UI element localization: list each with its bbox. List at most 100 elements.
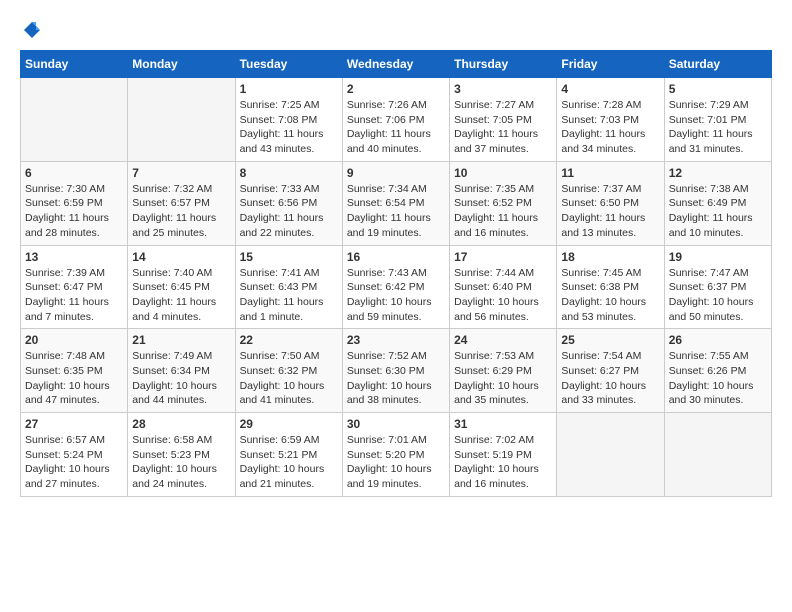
calendar-week-4: 20 Sunrise: 7:48 AM Sunset: 6:35 PM Dayli… bbox=[21, 329, 772, 413]
day-info: Sunrise: 7:26 AM Sunset: 7:06 PM Dayligh… bbox=[347, 98, 445, 157]
calendar-cell: 11 Sunrise: 7:37 AM Sunset: 6:50 PM Dayli… bbox=[557, 161, 664, 245]
day-info: Sunrise: 6:58 AM Sunset: 5:23 PM Dayligh… bbox=[132, 433, 230, 492]
header-thursday: Thursday bbox=[450, 51, 557, 78]
calendar-cell bbox=[664, 413, 771, 497]
day-number: 19 bbox=[669, 250, 767, 264]
day-number: 13 bbox=[25, 250, 123, 264]
day-number: 25 bbox=[561, 333, 659, 347]
day-info: Sunrise: 7:39 AM Sunset: 6:47 PM Dayligh… bbox=[25, 266, 123, 325]
day-info: Sunrise: 7:48 AM Sunset: 6:35 PM Dayligh… bbox=[25, 349, 123, 408]
calendar-cell: 12 Sunrise: 7:38 AM Sunset: 6:49 PM Dayli… bbox=[664, 161, 771, 245]
calendar-week-5: 27 Sunrise: 6:57 AM Sunset: 5:24 PM Dayli… bbox=[21, 413, 772, 497]
calendar-cell bbox=[128, 78, 235, 162]
calendar-header-row: SundayMondayTuesdayWednesdayThursdayFrid… bbox=[21, 51, 772, 78]
page-header bbox=[20, 20, 772, 40]
day-number: 2 bbox=[347, 82, 445, 96]
day-number: 28 bbox=[132, 417, 230, 431]
day-number: 17 bbox=[454, 250, 552, 264]
calendar-cell: 19 Sunrise: 7:47 AM Sunset: 6:37 PM Dayli… bbox=[664, 245, 771, 329]
day-info: Sunrise: 7:49 AM Sunset: 6:34 PM Dayligh… bbox=[132, 349, 230, 408]
day-info: Sunrise: 7:32 AM Sunset: 6:57 PM Dayligh… bbox=[132, 182, 230, 241]
day-number: 24 bbox=[454, 333, 552, 347]
day-number: 11 bbox=[561, 166, 659, 180]
logo-icon bbox=[22, 20, 42, 40]
day-number: 23 bbox=[347, 333, 445, 347]
calendar-cell: 20 Sunrise: 7:48 AM Sunset: 6:35 PM Dayli… bbox=[21, 329, 128, 413]
calendar: SundayMondayTuesdayWednesdayThursdayFrid… bbox=[20, 50, 772, 497]
header-wednesday: Wednesday bbox=[342, 51, 449, 78]
calendar-cell: 13 Sunrise: 7:39 AM Sunset: 6:47 PM Dayli… bbox=[21, 245, 128, 329]
day-info: Sunrise: 7:41 AM Sunset: 6:43 PM Dayligh… bbox=[240, 266, 338, 325]
day-number: 20 bbox=[25, 333, 123, 347]
day-number: 31 bbox=[454, 417, 552, 431]
day-info: Sunrise: 7:02 AM Sunset: 5:19 PM Dayligh… bbox=[454, 433, 552, 492]
header-sunday: Sunday bbox=[21, 51, 128, 78]
calendar-cell: 23 Sunrise: 7:52 AM Sunset: 6:30 PM Dayli… bbox=[342, 329, 449, 413]
calendar-cell: 30 Sunrise: 7:01 AM Sunset: 5:20 PM Dayli… bbox=[342, 413, 449, 497]
day-number: 22 bbox=[240, 333, 338, 347]
calendar-cell bbox=[21, 78, 128, 162]
day-number: 6 bbox=[25, 166, 123, 180]
day-number: 9 bbox=[347, 166, 445, 180]
day-info: Sunrise: 7:43 AM Sunset: 6:42 PM Dayligh… bbox=[347, 266, 445, 325]
calendar-cell: 4Sunrise: 7:28 AM Sunset: 7:03 PM Daylig… bbox=[557, 78, 664, 162]
day-number: 12 bbox=[669, 166, 767, 180]
day-number: 26 bbox=[669, 333, 767, 347]
day-number: 29 bbox=[240, 417, 338, 431]
day-info: Sunrise: 7:55 AM Sunset: 6:26 PM Dayligh… bbox=[669, 349, 767, 408]
calendar-cell: 6 Sunrise: 7:30 AM Sunset: 6:59 PM Daylig… bbox=[21, 161, 128, 245]
day-info: Sunrise: 7:44 AM Sunset: 6:40 PM Dayligh… bbox=[454, 266, 552, 325]
day-info: Sunrise: 7:25 AM Sunset: 7:08 PM Dayligh… bbox=[240, 98, 338, 157]
day-number: 21 bbox=[132, 333, 230, 347]
day-number: 3 bbox=[454, 82, 552, 96]
day-info: Sunrise: 7:29 AM Sunset: 7:01 PM Dayligh… bbox=[669, 98, 767, 157]
day-info: Sunrise: 7:34 AM Sunset: 6:54 PM Dayligh… bbox=[347, 182, 445, 241]
day-number: 8 bbox=[240, 166, 338, 180]
calendar-cell: 7Sunrise: 7:32 AM Sunset: 6:57 PM Daylig… bbox=[128, 161, 235, 245]
day-info: Sunrise: 7:45 AM Sunset: 6:38 PM Dayligh… bbox=[561, 266, 659, 325]
calendar-week-2: 6 Sunrise: 7:30 AM Sunset: 6:59 PM Daylig… bbox=[21, 161, 772, 245]
calendar-cell: 21 Sunrise: 7:49 AM Sunset: 6:34 PM Dayli… bbox=[128, 329, 235, 413]
day-info: Sunrise: 6:57 AM Sunset: 5:24 PM Dayligh… bbox=[25, 433, 123, 492]
calendar-cell: 10 Sunrise: 7:35 AM Sunset: 6:52 PM Dayli… bbox=[450, 161, 557, 245]
day-info: Sunrise: 6:59 AM Sunset: 5:21 PM Dayligh… bbox=[240, 433, 338, 492]
calendar-cell: 3 Sunrise: 7:27 AM Sunset: 7:05 PM Daylig… bbox=[450, 78, 557, 162]
day-info: Sunrise: 7:54 AM Sunset: 6:27 PM Dayligh… bbox=[561, 349, 659, 408]
day-info: Sunrise: 7:27 AM Sunset: 7:05 PM Dayligh… bbox=[454, 98, 552, 157]
calendar-cell: 5 Sunrise: 7:29 AM Sunset: 7:01 PM Daylig… bbox=[664, 78, 771, 162]
calendar-cell: 8 Sunrise: 7:33 AM Sunset: 6:56 PM Daylig… bbox=[235, 161, 342, 245]
day-info: Sunrise: 7:38 AM Sunset: 6:49 PM Dayligh… bbox=[669, 182, 767, 241]
calendar-week-3: 13 Sunrise: 7:39 AM Sunset: 6:47 PM Dayli… bbox=[21, 245, 772, 329]
day-info: Sunrise: 7:37 AM Sunset: 6:50 PM Dayligh… bbox=[561, 182, 659, 241]
day-number: 18 bbox=[561, 250, 659, 264]
calendar-week-1: 1 Sunrise: 7:25 AM Sunset: 7:08 PM Daylig… bbox=[21, 78, 772, 162]
day-info: Sunrise: 7:40 AM Sunset: 6:45 PM Dayligh… bbox=[132, 266, 230, 325]
day-number: 30 bbox=[347, 417, 445, 431]
calendar-cell: 26 Sunrise: 7:55 AM Sunset: 6:26 PM Dayli… bbox=[664, 329, 771, 413]
day-info: Sunrise: 7:52 AM Sunset: 6:30 PM Dayligh… bbox=[347, 349, 445, 408]
calendar-cell: 22Sunrise: 7:50 AM Sunset: 6:32 PM Dayli… bbox=[235, 329, 342, 413]
calendar-cell: 31 Sunrise: 7:02 AM Sunset: 5:19 PM Dayli… bbox=[450, 413, 557, 497]
logo bbox=[20, 20, 42, 40]
day-info: Sunrise: 7:47 AM Sunset: 6:37 PM Dayligh… bbox=[669, 266, 767, 325]
day-number: 10 bbox=[454, 166, 552, 180]
day-number: 27 bbox=[25, 417, 123, 431]
day-number: 14 bbox=[132, 250, 230, 264]
day-number: 5 bbox=[669, 82, 767, 96]
day-info: Sunrise: 7:28 AM Sunset: 7:03 PM Dayligh… bbox=[561, 98, 659, 157]
day-number: 16 bbox=[347, 250, 445, 264]
day-info: Sunrise: 7:53 AM Sunset: 6:29 PM Dayligh… bbox=[454, 349, 552, 408]
day-number: 1 bbox=[240, 82, 338, 96]
calendar-cell: 15Sunrise: 7:41 AM Sunset: 6:43 PM Dayli… bbox=[235, 245, 342, 329]
day-info: Sunrise: 7:01 AM Sunset: 5:20 PM Dayligh… bbox=[347, 433, 445, 492]
header-friday: Friday bbox=[557, 51, 664, 78]
day-info: Sunrise: 7:33 AM Sunset: 6:56 PM Dayligh… bbox=[240, 182, 338, 241]
day-info: Sunrise: 7:35 AM Sunset: 6:52 PM Dayligh… bbox=[454, 182, 552, 241]
calendar-cell: 9 Sunrise: 7:34 AM Sunset: 6:54 PM Daylig… bbox=[342, 161, 449, 245]
calendar-cell: 17 Sunrise: 7:44 AM Sunset: 6:40 PM Dayli… bbox=[450, 245, 557, 329]
calendar-cell: 29 Sunrise: 6:59 AM Sunset: 5:21 PM Dayli… bbox=[235, 413, 342, 497]
calendar-cell: 2 Sunrise: 7:26 AM Sunset: 7:06 PM Daylig… bbox=[342, 78, 449, 162]
calendar-cell: 27 Sunrise: 6:57 AM Sunset: 5:24 PM Dayli… bbox=[21, 413, 128, 497]
calendar-cell bbox=[557, 413, 664, 497]
day-info: Sunrise: 7:30 AM Sunset: 6:59 PM Dayligh… bbox=[25, 182, 123, 241]
